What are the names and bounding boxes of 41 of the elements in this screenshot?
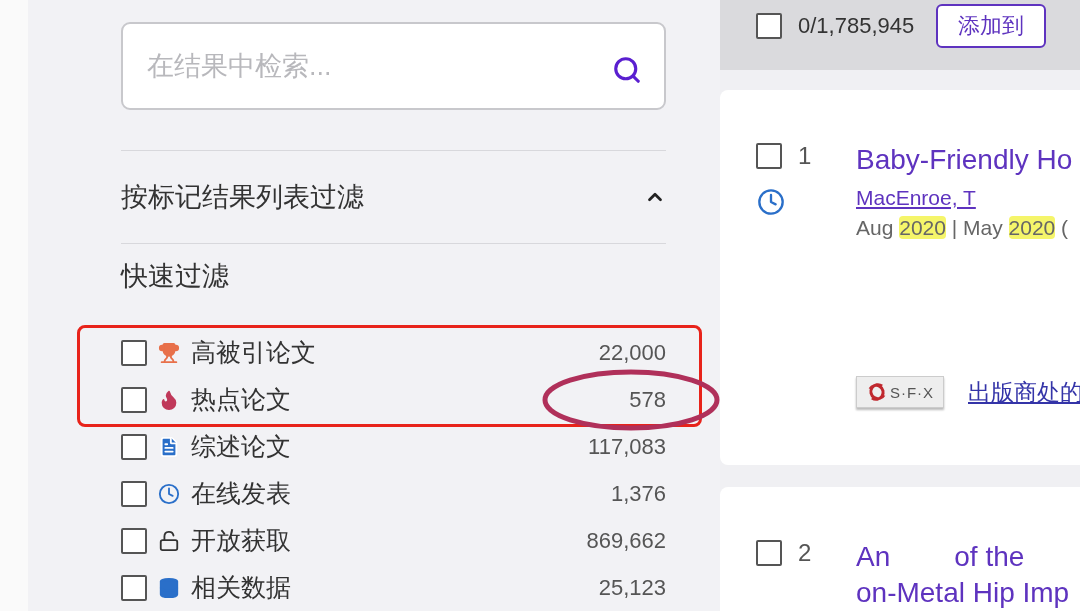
sfx-button[interactable]: S·F·X <box>856 376 944 408</box>
database-icon <box>158 576 180 599</box>
publication-date: Aug 2020 | May 2020 ( <box>856 216 1070 240</box>
result-title-link[interactable]: of the <box>954 539 1025 575</box>
filter-label[interactable]: 热点论文 <box>191 383 291 416</box>
selected-count: 0/1,785,945 <box>798 13 915 39</box>
checkbox[interactable] <box>121 386 147 413</box>
unlocked-padlock-icon <box>158 529 180 552</box>
filter-count: 869,662 <box>586 527 666 554</box>
section-title: 按标记结果列表过滤 <box>121 181 364 215</box>
result-title-link[interactable]: on-Metal Hip Imp <box>856 575 1070 611</box>
checkbox[interactable] <box>756 143 782 169</box>
filter-count: 1,376 <box>610 480 666 507</box>
checkbox[interactable] <box>756 540 782 566</box>
search-field[interactable]: 在结果中检索... <box>121 22 666 111</box>
filter-label[interactable]: 高被引论文 <box>191 336 316 369</box>
author-link[interactable]: MacEnroe, T <box>856 186 1080 210</box>
checkbox[interactable] <box>121 480 147 507</box>
filter-count: 22,000 <box>598 339 666 366</box>
checkbox[interactable] <box>756 13 782 39</box>
result-number: 1 <box>798 142 812 170</box>
add-to-list-button[interactable]: 添加到 <box>936 4 1047 48</box>
checkbox[interactable] <box>121 527 147 554</box>
filter-label[interactable]: 在线发表 <box>191 477 291 510</box>
filter-count: 25,123 <box>598 574 666 601</box>
result-number: 2 <box>798 539 812 567</box>
filter-count: 117,083 <box>588 433 666 460</box>
filter-label[interactable]: 综述论文 <box>191 430 291 463</box>
result-title-link[interactable]: An <box>856 539 891 575</box>
checkbox[interactable] <box>121 339 147 366</box>
document-icon <box>158 435 180 458</box>
quick-filter-title: 快速过滤 <box>121 260 230 293</box>
checkbox[interactable] <box>121 574 147 601</box>
search-icon[interactable] <box>612 55 642 85</box>
checkbox[interactable] <box>121 433 147 460</box>
filter-label[interactable]: 相关数据 <box>191 571 291 604</box>
clock-icon <box>158 482 180 505</box>
filter-count: 578 <box>629 386 666 413</box>
filter-label[interactable]: 开放获取 <box>191 524 291 557</box>
trophy-icon <box>158 341 180 364</box>
result-title-link[interactable]: Baby-Friendly Ho <box>856 142 1073 178</box>
